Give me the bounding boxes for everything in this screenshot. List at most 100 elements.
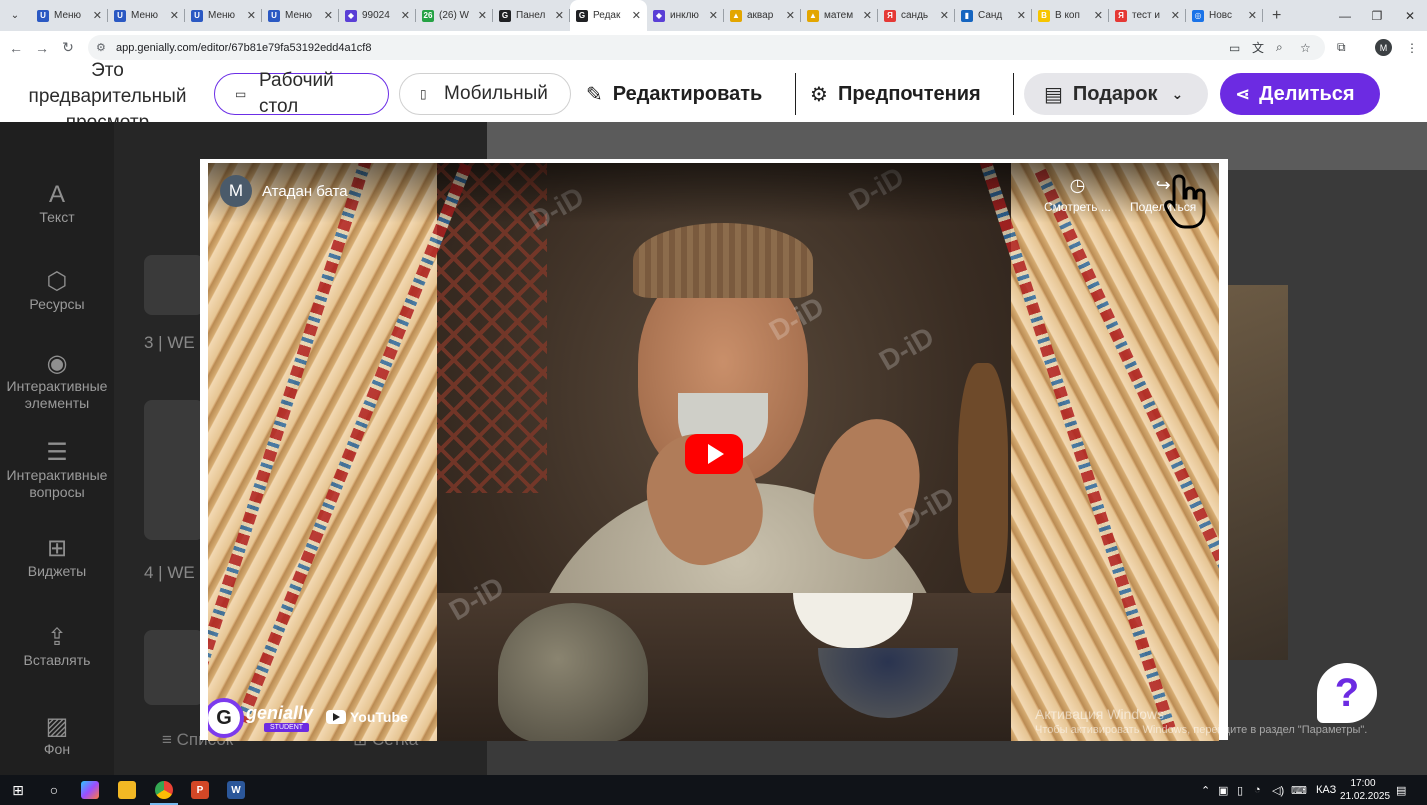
rail-item[interactable]: ⇪ Вставлять [0, 626, 114, 669]
site-info-icon[interactable]: ⚙ [96, 41, 112, 54]
file-explorer-button[interactable] [109, 775, 145, 805]
video-title[interactable]: Атадан бата [262, 183, 348, 200]
browser-tab[interactable]: ◆ 99024 ✕ [339, 0, 416, 31]
word-button[interactable]: W [218, 775, 254, 805]
slide-thumbnail[interactable] [144, 630, 204, 705]
tab-close-icon[interactable]: ✕ [709, 9, 718, 22]
browser-tab[interactable]: U Меню ✕ [262, 0, 339, 31]
preferences-button[interactable]: ⚙ Предпочтения [810, 73, 981, 115]
notifications-icon[interactable]: ▤ [1396, 775, 1406, 805]
tab-close-icon[interactable]: ✕ [863, 9, 872, 22]
browser-tab[interactable]: ▮ Санд ✕ [955, 0, 1032, 31]
tab-search-button[interactable]: ⌄ [5, 6, 25, 26]
rail-item[interactable]: ⊞ Виджеты [0, 537, 114, 580]
bookmark-star-icon[interactable]: ☆ [1300, 35, 1311, 60]
new-tab-button[interactable]: + [1272, 7, 1281, 25]
tab-title: Санд [978, 10, 1003, 21]
start-button[interactable]: ⊞ [0, 775, 36, 805]
restore-button[interactable]: ❐ [1360, 0, 1394, 31]
folder-icon [118, 781, 136, 799]
tab-close-icon[interactable]: ✕ [1171, 9, 1180, 22]
watch-later-button[interactable]: ◷ Смотреть ... [1044, 175, 1111, 214]
tab-close-icon[interactable]: ✕ [1094, 9, 1103, 22]
close-window-button[interactable]: ✕ [1393, 0, 1427, 31]
profile-avatar[interactable]: M [1375, 39, 1392, 56]
tab-close-icon[interactable]: ✕ [786, 9, 795, 22]
tab-close-icon[interactable]: ✕ [940, 9, 949, 22]
browser-tab[interactable]: U Меню ✕ [31, 0, 108, 31]
zoom-icon[interactable]: ⌕ [1276, 35, 1283, 60]
omnibox[interactable]: ⚙ app.genially.com/editor/67b81e79fa5319… [88, 35, 1325, 60]
browser-tab[interactable]: G Редак ✕ [570, 0, 647, 31]
tab-close-icon[interactable]: ✕ [170, 9, 179, 22]
tab-close-icon[interactable]: ✕ [478, 9, 487, 22]
video-frame[interactable]: D-iD D-iD D-iD D-iD D-iD D-iD M Атадан б… [208, 163, 1219, 741]
browser-tab[interactable]: В В коп ✕ [1032, 0, 1109, 31]
rail-item-label: Вставлять [23, 652, 91, 668]
browser-tab[interactable]: Ятест и ✕ [1109, 0, 1186, 31]
tab-favicon-icon: U [114, 9, 126, 22]
youtube-logo-button[interactable]: YouTube [326, 709, 408, 725]
browser-tab[interactable]: Ясандь ✕ [878, 0, 955, 31]
rail-item[interactable]: ▨ Фон [0, 715, 114, 758]
powerpoint-button[interactable]: P [182, 775, 218, 805]
tab-close-icon[interactable]: ✕ [555, 9, 564, 22]
chrome-button[interactable] [146, 775, 182, 805]
browser-tab[interactable]: U Меню ✕ [108, 0, 185, 31]
yurt-ornament-band [1034, 168, 1219, 718]
keyboard-icon[interactable]: ⌨ [1291, 775, 1307, 805]
browser-tab[interactable]: ▲ матем ✕ [801, 0, 878, 31]
browser-tab[interactable]: 26 (26) W ✕ [416, 0, 493, 31]
gift-button[interactable]: ▤ Подарок ⌄ [1024, 73, 1208, 115]
browser-tab[interactable]: ◆ инклю ✕ [647, 0, 724, 31]
tab-close-icon[interactable]: ✕ [324, 9, 333, 22]
url-text[interactable]: app.genially.com/editor/67b81e79fa53192e… [116, 42, 371, 54]
save-page-icon[interactable]: ▭ [1229, 35, 1240, 60]
taskbar-clock[interactable]: 17:00 21.02.2025 [1340, 777, 1390, 803]
language-indicator[interactable]: КАЗ [1316, 775, 1336, 805]
network-icon[interactable]: ◔ [1254, 775, 1261, 805]
browser-menu-icon[interactable]: ⋮ [1406, 35, 1418, 60]
slide-thumbnail[interactable] [144, 400, 204, 540]
reload-button[interactable]: ↻ [55, 39, 81, 56]
tab-close-icon[interactable]: ✕ [632, 9, 641, 22]
battery-icon[interactable]: ▯ [1237, 775, 1243, 805]
tab-close-icon[interactable]: ✕ [1248, 9, 1257, 22]
edit-button[interactable]: ✎ Редактировать [586, 73, 762, 115]
tab-close-icon[interactable]: ✕ [401, 9, 410, 22]
video-player[interactable]: D-iD D-iD D-iD D-iD D-iD D-iD M Атадан б… [200, 159, 1228, 741]
slide-label[interactable]: 4 | WE [144, 563, 195, 583]
tab-close-icon[interactable]: ✕ [247, 9, 256, 22]
browser-tab[interactable]: ▲ аквар ✕ [724, 0, 801, 31]
tray-app-icon[interactable]: ▣ [1218, 775, 1228, 805]
desktop-view-button[interactable]: ▭ Рабочий стол [214, 70, 389, 117]
share-button[interactable]: ⋖ Делиться [1220, 73, 1380, 115]
browser-tab[interactable]: G Панел ✕ [493, 0, 570, 31]
slide-label[interactable]: 3 | WE [144, 333, 195, 353]
play-button[interactable] [685, 434, 743, 474]
translate-icon[interactable]: 文 [1252, 35, 1264, 60]
rail-item[interactable]: ⬡ Ресурсы [0, 270, 114, 313]
help-chat-button[interactable]: ? [1317, 663, 1377, 723]
tray-overflow-icon[interactable]: ⌃ [1201, 775, 1210, 805]
search-button[interactable]: ○ [36, 775, 72, 805]
tab-close-icon[interactable]: ✕ [93, 9, 102, 22]
rail-item[interactable]: A Текст [0, 183, 114, 226]
forward-button[interactable]: → [29, 40, 55, 56]
mobile-view-button[interactable]: ▯ Мобильный [399, 73, 571, 115]
tab-title: Меню [131, 10, 159, 21]
browser-tab[interactable]: ◎ Новс ✕ [1186, 0, 1263, 31]
rail-item[interactable]: ◉ Интерактивные элементы [0, 352, 114, 412]
tab-close-icon[interactable]: ✕ [1017, 9, 1026, 22]
copilot-button[interactable] [72, 775, 108, 805]
tab-favicon-icon: G [576, 9, 588, 22]
volume-icon[interactable]: ◁) [1272, 775, 1284, 805]
channel-avatar[interactable]: M [220, 175, 252, 207]
rail-item[interactable]: ☰ Интерактивные вопросы [0, 441, 114, 501]
extensions-icon[interactable]: ⧉ [1337, 35, 1346, 60]
slide-thumbnail[interactable] [144, 255, 204, 315]
minimize-button[interactable]: — [1328, 0, 1362, 31]
back-button[interactable]: ← [3, 40, 29, 56]
browser-tab[interactable]: U Меню ✕ [185, 0, 262, 31]
browser-tab-strip: ⌄ U Меню ✕ U Меню ✕ U Меню ✕ U Меню ✕ ◆ 99024 ✕ 26 (26) … [0, 0, 1427, 31]
